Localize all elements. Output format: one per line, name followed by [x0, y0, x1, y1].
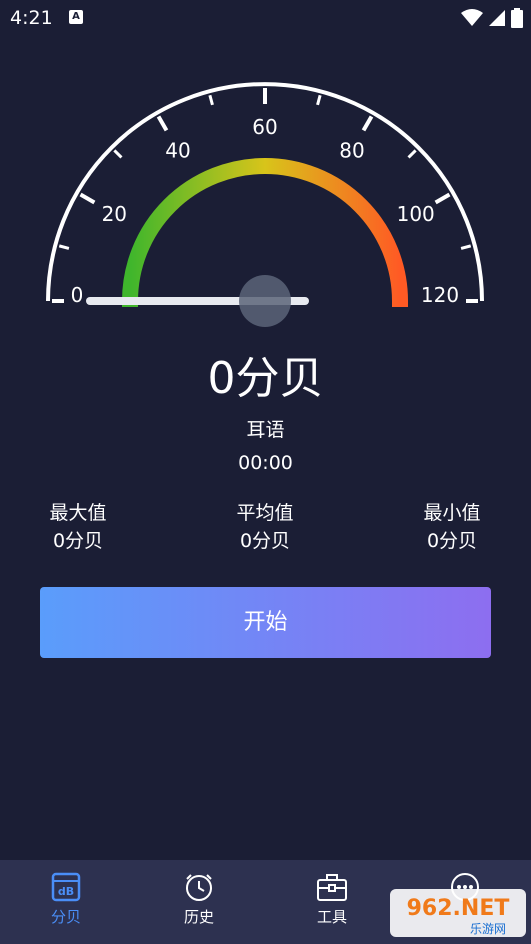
nav-label-decibel: 分贝 — [50, 908, 81, 926]
gauge-tick-label: 20 — [102, 202, 127, 226]
stat-min-label: 最小值 — [423, 502, 481, 524]
signal-icon — [489, 10, 505, 26]
status-bar: 4:21 A — [0, 0, 531, 38]
gauge-tick — [460, 244, 472, 250]
watermark-subtext: 乐游网 — [470, 922, 506, 936]
gauge-tick-label: 120 — [421, 283, 459, 307]
gauge-tick — [208, 94, 214, 106]
stats-row: 最大值 0分贝 平均值 0分贝 最小值 0分贝 — [0, 500, 531, 560]
status-time: 4:21 — [10, 7, 53, 29]
wifi-icon — [461, 9, 483, 26]
gauge-tick-label: 80 — [339, 138, 364, 162]
stat-max-label: 最大值 — [49, 502, 107, 524]
nav-item-tools[interactable]: 工具 — [292, 872, 372, 927]
nav-item-history[interactable]: 历史 — [159, 872, 239, 927]
watermark-logo: 962.NET 乐游网 — [390, 889, 526, 937]
gauge-tick — [156, 115, 169, 132]
stat-max: 最大值 0分贝 — [18, 500, 138, 556]
gauge-tick — [79, 192, 96, 205]
stat-avg-label: 平均值 — [236, 502, 294, 524]
battery-icon — [511, 8, 523, 28]
toolbox-icon — [317, 874, 347, 901]
nav-item-decibel[interactable]: dB 分贝 — [26, 872, 106, 927]
recording-timer: 00:00 — [238, 452, 293, 474]
gauge-tick-label: 0 — [71, 283, 84, 307]
nav-label-history: 历史 — [183, 908, 214, 926]
gauge-hub — [239, 275, 291, 327]
gauge-tick-label: 40 — [165, 138, 190, 162]
gauge-tick — [434, 192, 451, 205]
gauge-tick-label: 60 — [252, 115, 277, 139]
gauge-tick-label: 100 — [397, 202, 435, 226]
status-icons — [461, 8, 523, 28]
noise-level-label: 耳语 — [246, 419, 285, 441]
gauge-tick — [361, 115, 374, 132]
gauge-tick — [407, 149, 417, 159]
decibel-icon: dB — [51, 872, 81, 902]
gauge-tick — [58, 244, 70, 250]
stat-min: 最小值 0分贝 — [392, 500, 512, 556]
nav-label-tools: 工具 — [316, 908, 347, 926]
stat-min-value: 0分贝 — [426, 530, 478, 552]
stat-avg-value: 0分贝 — [239, 530, 291, 552]
svg-text:dB: dB — [58, 885, 74, 898]
start-button[interactable]: 开始 — [40, 587, 491, 658]
gauge-tick — [316, 94, 322, 106]
gauge-tick — [113, 149, 123, 159]
clock-icon — [186, 874, 212, 901]
watermark-text: 962.NET — [407, 896, 510, 921]
decibel-gauge: 0 20 40 60 80 100 120 — [46, 82, 484, 327]
stat-avg: 平均值 0分贝 — [205, 500, 325, 556]
stat-max-value: 0分贝 — [52, 530, 104, 552]
a-badge-icon: A — [69, 10, 83, 24]
decibel-reading: 0分贝 — [207, 353, 324, 404]
